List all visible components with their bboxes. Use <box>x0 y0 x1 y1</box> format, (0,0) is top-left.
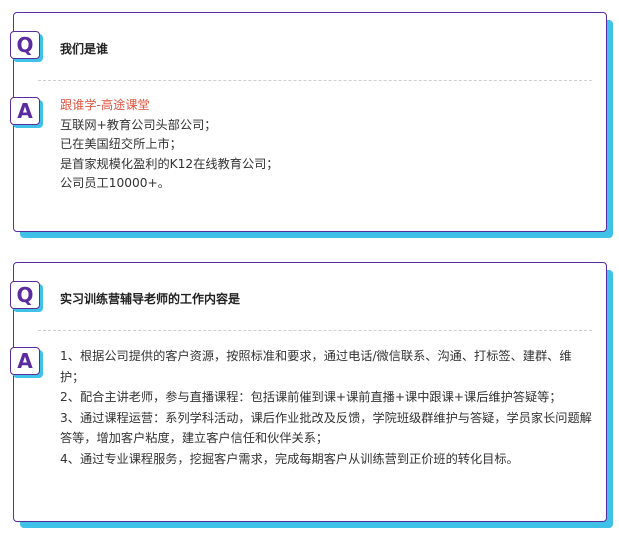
qa-card-internship-duties: Q 实习训练营辅导老师的工作内容是 A 1、根据公司提供的客户资源，按照标准和要… <box>10 262 613 528</box>
a-letter: A <box>10 347 40 375</box>
q-letter: Q <box>10 31 40 59</box>
question-text: 我们是谁 <box>60 42 109 56</box>
card-body: Q 实习训练营辅导老师的工作内容是 A 1、根据公司提供的客户资源，按照标准和要… <box>10 262 607 522</box>
question-badge: Q <box>10 281 43 312</box>
dashed-divider <box>38 330 592 331</box>
question-text: 实习训练营辅导老师的工作内容是 <box>60 292 241 306</box>
qa-card-who-we-are: Q 我们是谁 A 跟谁学-高途课堂 互联网+教育公司头部公司； 已在美国纽交所上… <box>10 12 613 238</box>
card-body: Q 我们是谁 A 跟谁学-高途课堂 互联网+教育公司头部公司； 已在美国纽交所上… <box>10 12 607 232</box>
answer-text: 跟谁学-高途课堂 互联网+教育公司头部公司； 已在美国纽交所上市； 是首家规模化… <box>60 96 279 194</box>
duty-item-2: 2、配合主讲老师，参与直播课程：包括课前催到课+课前直播+课中跟课+课后维护答疑… <box>60 390 562 404</box>
q-letter: Q <box>10 281 40 309</box>
answer-badge: A <box>10 347 43 378</box>
duty-item-3: 3、通过课程运营：系列学科活动，课后作业批改及反馈，学院班级群维护与答疑，学员家… <box>60 410 592 446</box>
answer-text: 1、根据公司提供的客户资源，按照标准和要求，通过电话/微信联系、沟通、打标签、建… <box>60 346 594 469</box>
answer-line: 互联网+教育公司头部公司； <box>60 117 217 132</box>
answer-badge: A <box>10 97 43 128</box>
answer-line: 是首家规模化盈利的K12在线教育公司； <box>60 156 279 171</box>
company-name-highlight: 跟谁学-高途课堂 <box>60 98 150 112</box>
question-badge: Q <box>10 31 43 62</box>
answer-line: 已在美国纽交所上市； <box>60 137 182 151</box>
dashed-divider <box>38 80 592 81</box>
a-letter: A <box>10 97 40 125</box>
answer-line: 公司员工10000+。 <box>60 176 170 190</box>
duty-item-1: 1、根据公司提供的客户资源，按照标准和要求，通过电话/微信联系、沟通、打标签、建… <box>60 349 572 384</box>
duty-item-4: 4、通过专业课程服务，挖掘客户需求，完成每期客户从训练营到正价班的转化目标。 <box>60 451 519 466</box>
